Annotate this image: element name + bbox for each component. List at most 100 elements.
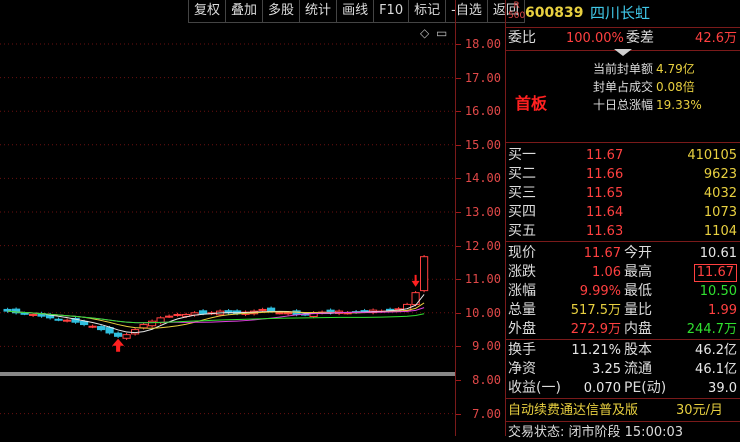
candle: [420, 256, 429, 292]
tick-mark: [456, 77, 461, 79]
bid-row[interactable]: 买四 11.64 1073: [506, 203, 740, 222]
toggle-arrow-icon[interactable]: [614, 49, 632, 56]
candle: [139, 324, 148, 329]
rz-tag: R: [513, 1, 520, 11]
stock-header: R 500 600839 四川长虹: [506, 1, 740, 26]
bid-row[interactable]: 买二 11.66 9623: [506, 165, 740, 184]
weibi-label: 委比: [508, 30, 536, 46]
candle: [148, 320, 157, 327]
price-tick: 15.00: [464, 137, 501, 152]
ad-price[interactable]: 30元/月: [676, 401, 723, 420]
quote-row: 总量 517.5万 量比 1.99: [506, 301, 740, 320]
seal-value: 19.33%: [656, 98, 702, 112]
bid-volume: 9623: [703, 167, 737, 182]
bid-label: 买五: [508, 223, 536, 239]
ad-text[interactable]: 自动续费通达信普及版: [508, 401, 638, 420]
bid-row[interactable]: 买一 11.67 410105: [506, 146, 740, 165]
candle: [267, 307, 276, 312]
bid-volume: 1104: [703, 224, 737, 239]
huanshou-value: 11.21%: [571, 343, 621, 358]
bid-price: 11.66: [586, 167, 624, 182]
seal-value: 4.79亿: [656, 62, 695, 76]
price-tick: 16.00: [464, 104, 501, 119]
collapse-icon[interactable]: ▭: [436, 26, 447, 40]
xianjia-label: 现价: [508, 245, 536, 261]
huanshou-label: 换手: [508, 342, 536, 358]
toolbar-button-1[interactable]: 叠加: [225, 0, 263, 23]
candle: [20, 312, 29, 315]
panel-divider[interactable]: [0, 372, 455, 376]
candle: [114, 332, 123, 337]
zhangdie-label: 涨跌: [508, 264, 536, 280]
bid-row[interactable]: 买三 11.65 4032: [506, 184, 740, 203]
seal-row: 当前封单额 4.79亿: [506, 60, 740, 79]
toolbar-button-2[interactable]: 多股: [262, 0, 300, 23]
price-tick: 14.00: [464, 171, 501, 186]
price-tick: 11.00: [464, 272, 501, 287]
rz-num: 500: [508, 11, 526, 21]
ma5-line: [7, 294, 425, 334]
guben-label: 股本: [624, 342, 652, 358]
pe-label: PE(动): [624, 380, 667, 396]
price-tick: 13.00: [464, 205, 501, 219]
zuidi-value: 10.50: [699, 284, 737, 299]
bid-label: 买二: [508, 166, 536, 182]
kline-chart[interactable]: [0, 24, 455, 436]
toolbar-button-3[interactable]: 统计: [299, 0, 337, 23]
shouyi-value: 0.070: [583, 381, 621, 396]
stock-name[interactable]: 四川长虹: [590, 4, 650, 23]
bid-price: 11.64: [586, 205, 624, 220]
quote-row: 涨幅 9.99% 最低 10.50: [506, 282, 740, 301]
bid-label: 买一: [508, 147, 536, 163]
toolbar-button-6[interactable]: 标记: [408, 0, 446, 23]
trade-status: 交易状态: 闭市阶段 15:00:03: [508, 425, 684, 440]
zuigao-label: 最高: [624, 264, 652, 280]
liutong-value: 46.1亿: [695, 362, 737, 377]
jingzi-value: 3.25: [592, 362, 621, 377]
seal-value: 0.08倍: [656, 80, 695, 94]
candle: [122, 334, 131, 339]
price-tick: 10.00: [464, 305, 501, 320]
price-tick: 12.00: [464, 238, 501, 253]
price-tick: 17.00: [464, 70, 501, 85]
weibi-value: 100.00%: [566, 31, 624, 46]
neipan-label: 内盘: [624, 321, 652, 337]
bid-price: 11.67: [586, 148, 624, 163]
bid-price: 11.63: [586, 224, 624, 239]
candle: [173, 313, 182, 316]
bid-volume: 1073: [703, 205, 737, 220]
bid-label: 买四: [508, 204, 536, 220]
ad-row[interactable]: 自动续费通达信普及版 30元/月: [506, 401, 740, 420]
candle: [63, 319, 72, 322]
candle: [284, 312, 293, 315]
candle: [80, 320, 89, 326]
zongliang-value: 517.5万: [570, 303, 621, 318]
tick-mark: [456, 111, 461, 113]
tick-mark: [456, 380, 461, 381]
jinkai-label: 今开: [624, 245, 652, 261]
candle: [54, 318, 63, 321]
price-tick: 8.00: [472, 373, 501, 387]
diamond-icon[interactable]: ◇: [420, 26, 429, 40]
jinkai-value: 10.61: [699, 246, 737, 261]
tick-mark: [456, 44, 461, 45]
toolbar-button-4[interactable]: 画线: [336, 0, 374, 23]
bid-row[interactable]: 买五 11.63 1104: [506, 222, 740, 241]
first-board-label: 首板: [515, 94, 548, 113]
weicha-label: 委差: [626, 30, 654, 46]
toolbar-button-5[interactable]: F10: [373, 0, 409, 23]
candle: [275, 312, 284, 315]
stock-code: 600839: [525, 5, 584, 21]
zhangdie-value: 1.06: [592, 265, 621, 280]
toolbar-button-0[interactable]: 复权: [188, 0, 226, 23]
liangbi-label: 量比: [624, 302, 652, 318]
zhangfu-value: 9.99%: [579, 284, 621, 299]
neipan-value: 244.7万: [686, 322, 737, 337]
candle: [165, 315, 174, 318]
price-tick: 7.00: [472, 406, 501, 421]
price-tick: 9.00: [472, 339, 501, 354]
zhangfu-label: 涨幅: [508, 283, 536, 299]
quote-row: 外盘 272.9万 内盘 244.7万: [506, 320, 740, 339]
seal-label: 当前封单额: [592, 62, 653, 76]
fin-row: 净资 3.25 流通 46.1亿: [506, 360, 740, 379]
